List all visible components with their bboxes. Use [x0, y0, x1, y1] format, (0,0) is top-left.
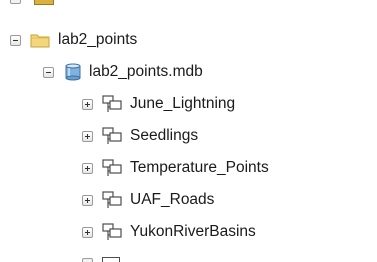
tree-item-june-lightning[interactable]: June_Lightning: [82, 89, 235, 119]
tree-item-label: UAF_Roads: [130, 191, 215, 208]
collapse-toggle[interactable]: [43, 66, 54, 78]
tree-item-seedlings[interactable]: Seedlings: [82, 121, 198, 151]
tree-item-label: lab2_points: [58, 31, 138, 48]
feature-class-icon: [102, 127, 122, 144]
feature-class-icon: [102, 223, 122, 240]
tree-item-label: Seedlings: [130, 127, 199, 144]
expand-toggle[interactable]: [82, 130, 93, 142]
expand-toggle[interactable]: [82, 194, 93, 206]
tree-item-label: June_Lightning: [130, 95, 236, 112]
tree-item-partial-top[interactable]: lt: [10, 0, 130, 8]
expand-toggle[interactable]: [82, 98, 93, 110]
expand-toggle[interactable]: [82, 258, 93, 262]
feature-class-icon: [102, 191, 122, 208]
folder-icon: [34, 0, 54, 5]
tree-item-yukon-river-basins[interactable]: YukonRiverBasins: [82, 217, 256, 247]
folder-icon: [30, 34, 50, 48]
tree-item-label: lt: [64, 0, 72, 5]
expand-toggle[interactable]: [82, 162, 93, 174]
database-icon: [65, 63, 81, 81]
collapse-toggle[interactable]: [10, 34, 21, 46]
feature-class-icon: [102, 159, 122, 176]
tree-item-partial-bottom[interactable]: [82, 254, 142, 262]
tree-item-temperature-points[interactable]: Temperature_Points: [82, 153, 269, 183]
expand-toggle[interactable]: [10, 0, 21, 4]
feature-class-icon: [102, 95, 122, 112]
tree-item-lab2-points[interactable]: lab2_points: [10, 25, 137, 55]
tree-item-lab2-points-mdb[interactable]: lab2_points.mdb: [43, 57, 203, 87]
tree-item-label: lab2_points.mdb: [89, 63, 203, 80]
tree-item-label: YukonRiverBasins: [130, 223, 256, 240]
tree-item-uaf-roads[interactable]: UAF_Roads: [82, 185, 214, 215]
feature-class-icon: [102, 257, 120, 262]
tree-item-label: Temperature_Points: [130, 159, 269, 176]
expand-toggle[interactable]: [82, 226, 93, 238]
catalog-tree: lt lab2_points lab2_points.mdb June_Ligh…: [0, 0, 377, 262]
